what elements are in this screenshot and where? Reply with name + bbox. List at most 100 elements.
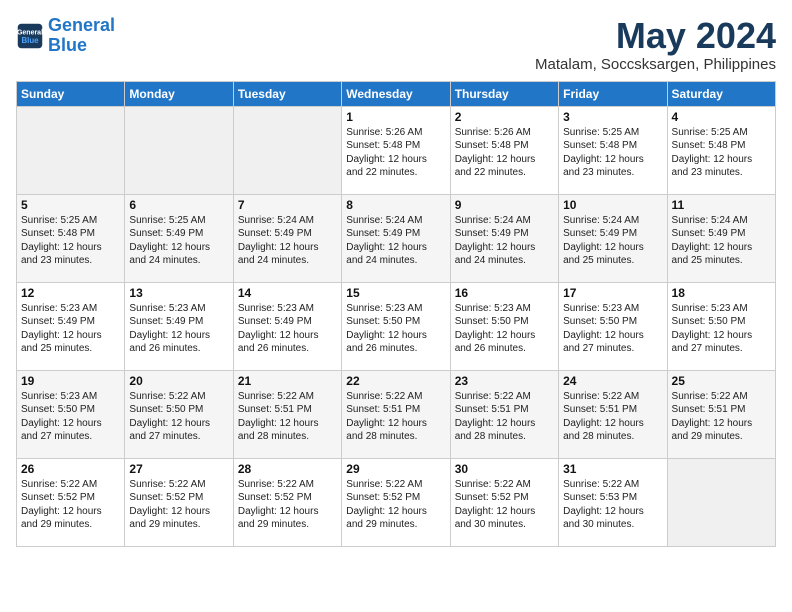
calendar-cell: 28Sunrise: 5:22 AM Sunset: 5:52 PM Dayli… — [233, 458, 341, 546]
weekday-header-tuesday: Tuesday — [233, 81, 341, 106]
calendar-cell — [125, 106, 233, 194]
day-info: Sunrise: 5:24 AM Sunset: 5:49 PM Dayligh… — [563, 214, 662, 268]
calendar-header: SundayMondayTuesdayWednesdayThursdayFrid… — [17, 81, 776, 106]
day-info: Sunrise: 5:22 AM Sunset: 5:52 PM Dayligh… — [21, 478, 120, 532]
day-number: 16 — [455, 286, 554, 300]
day-info: Sunrise: 5:22 AM Sunset: 5:52 PM Dayligh… — [129, 478, 228, 532]
day-info: Sunrise: 5:25 AM Sunset: 5:48 PM Dayligh… — [672, 126, 771, 180]
calendar-cell — [667, 458, 775, 546]
day-number: 14 — [238, 286, 337, 300]
calendar-cell: 30 Sunrise: 5:22 AM Sunset: 5:52 PM Dayli… — [450, 458, 558, 546]
calendar-cell: 29 Sunrise: 5:22 AM Sunset: 5:52 PM Dayli… — [342, 458, 450, 546]
calendar-cell: 14 Sunrise: 5:23 AM Sunset: 5:49 PM Dayli… — [233, 282, 341, 370]
day-number: 12 — [21, 286, 120, 300]
calendar-table: SundayMondayTuesdayWednesdayThursdayFrid… — [16, 81, 776, 547]
calendar-cell: 1 Sunrise: 5:26 AM Sunset: 5:48 PM Daylig… — [342, 106, 450, 194]
calendar-cell: 17 Sunrise: 5:23 AM Sunset: 5:50 PM Dayli… — [559, 282, 667, 370]
calendar-cell: 24 Sunrise: 5:22 AM Sunset: 5:51 PM Dayli… — [559, 370, 667, 458]
calendar-cell: 5 Sunrise: 5:25 AM Sunset: 5:48 PM Daylig… — [17, 194, 125, 282]
day-number: 17 — [563, 286, 662, 300]
weekday-header-monday: Monday — [125, 81, 233, 106]
calendar-week-row: 26 Sunrise: 5:22 AM Sunset: 5:52 PM Dayli… — [17, 458, 776, 546]
day-info: Sunrise: 5:23 AM Sunset: 5:49 PM Dayligh… — [238, 302, 337, 356]
calendar-cell: 9Sunrise: 5:24 AM Sunset: 5:49 PM Daylig… — [450, 194, 558, 282]
day-number: 24 — [563, 374, 662, 388]
day-info: Sunrise: 5:22 AM Sunset: 5:51 PM Dayligh… — [346, 390, 445, 444]
weekday-header-wednesday: Wednesday — [342, 81, 450, 106]
day-info: Sunrise: 5:24 AM Sunset: 5:49 PM Dayligh… — [238, 214, 337, 268]
calendar-cell: 25 Sunrise: 5:22 AM Sunset: 5:51 PM Dayli… — [667, 370, 775, 458]
day-number: 2 — [455, 110, 554, 124]
day-info: Sunrise: 5:22 AM Sunset: 5:52 PM Dayligh… — [455, 478, 554, 532]
weekday-header-thursday: Thursday — [450, 81, 558, 106]
calendar-cell: 4 Sunrise: 5:25 AM Sunset: 5:48 PM Daylig… — [667, 106, 775, 194]
day-number: 29 — [346, 462, 445, 476]
day-info: Sunrise: 5:23 AM Sunset: 5:49 PM Dayligh… — [129, 302, 228, 356]
calendar-cell: 7Sunrise: 5:24 AM Sunset: 5:49 PM Daylig… — [233, 194, 341, 282]
day-info: Sunrise: 5:23 AM Sunset: 5:49 PM Dayligh… — [21, 302, 120, 356]
calendar-cell: 26 Sunrise: 5:22 AM Sunset: 5:52 PM Dayli… — [17, 458, 125, 546]
calendar-cell: 27Sunrise: 5:22 AM Sunset: 5:52 PM Dayli… — [125, 458, 233, 546]
calendar-cell: 23Sunrise: 5:22 AM Sunset: 5:51 PM Dayli… — [450, 370, 558, 458]
day-info: Sunrise: 5:25 AM Sunset: 5:48 PM Dayligh… — [563, 126, 662, 180]
day-info: Sunrise: 5:25 AM Sunset: 5:49 PM Dayligh… — [129, 214, 228, 268]
day-number: 19 — [21, 374, 120, 388]
day-number: 1 — [346, 110, 445, 124]
day-info: Sunrise: 5:23 AM Sunset: 5:50 PM Dayligh… — [346, 302, 445, 356]
day-info: Sunrise: 5:23 AM Sunset: 5:50 PM Dayligh… — [563, 302, 662, 356]
svg-text:Blue: Blue — [21, 36, 39, 45]
calendar-cell: 21 Sunrise: 5:22 AM Sunset: 5:51 PM Dayli… — [233, 370, 341, 458]
day-info: Sunrise: 5:22 AM Sunset: 5:51 PM Dayligh… — [672, 390, 771, 444]
calendar-cell: 31 Sunrise: 5:22 AM Sunset: 5:53 PM Dayli… — [559, 458, 667, 546]
calendar-week-row: 12 Sunrise: 5:23 AM Sunset: 5:49 PM Dayli… — [17, 282, 776, 370]
day-info: Sunrise: 5:24 AM Sunset: 5:49 PM Dayligh… — [455, 214, 554, 268]
day-number: 21 — [238, 374, 337, 388]
calendar-cell: 20Sunrise: 5:22 AM Sunset: 5:50 PM Dayli… — [125, 370, 233, 458]
day-info: Sunrise: 5:26 AM Sunset: 5:48 PM Dayligh… — [455, 126, 554, 180]
day-number: 11 — [672, 198, 771, 212]
day-info: Sunrise: 5:24 AM Sunset: 5:49 PM Dayligh… — [672, 214, 771, 268]
day-number: 5 — [21, 198, 120, 212]
weekday-header-row: SundayMondayTuesdayWednesdayThursdayFrid… — [17, 81, 776, 106]
day-info: Sunrise: 5:24 AM Sunset: 5:49 PM Dayligh… — [346, 214, 445, 268]
day-info: Sunrise: 5:23 AM Sunset: 5:50 PM Dayligh… — [455, 302, 554, 356]
day-info: Sunrise: 5:22 AM Sunset: 5:51 PM Dayligh… — [563, 390, 662, 444]
day-number: 6 — [129, 198, 228, 212]
day-number: 4 — [672, 110, 771, 124]
calendar-cell: 2 Sunrise: 5:26 AM Sunset: 5:48 PM Daylig… — [450, 106, 558, 194]
day-number: 30 — [455, 462, 554, 476]
calendar-week-row: 5 Sunrise: 5:25 AM Sunset: 5:48 PM Daylig… — [17, 194, 776, 282]
day-info: Sunrise: 5:23 AM Sunset: 5:50 PM Dayligh… — [21, 390, 120, 444]
weekday-header-friday: Friday — [559, 81, 667, 106]
calendar-cell: 8 Sunrise: 5:24 AM Sunset: 5:49 PM Daylig… — [342, 194, 450, 282]
day-info: Sunrise: 5:23 AM Sunset: 5:50 PM Dayligh… — [672, 302, 771, 356]
day-info: Sunrise: 5:22 AM Sunset: 5:52 PM Dayligh… — [346, 478, 445, 532]
day-info: Sunrise: 5:25 AM Sunset: 5:48 PM Dayligh… — [21, 214, 120, 268]
calendar-cell — [17, 106, 125, 194]
day-number: 10 — [563, 198, 662, 212]
weekday-header-sunday: Sunday — [17, 81, 125, 106]
title-block: May 2024 Matalam, Soccsksargen, Philippi… — [535, 16, 776, 73]
calendar-cell: 18 Sunrise: 5:23 AM Sunset: 5:50 PM Dayli… — [667, 282, 775, 370]
logo-text: GeneralBlue — [48, 16, 115, 56]
day-number: 3 — [563, 110, 662, 124]
calendar-cell: 16 Sunrise: 5:23 AM Sunset: 5:50 PM Dayli… — [450, 282, 558, 370]
day-info: Sunrise: 5:26 AM Sunset: 5:48 PM Dayligh… — [346, 126, 445, 180]
calendar-week-row: 1 Sunrise: 5:26 AM Sunset: 5:48 PM Daylig… — [17, 106, 776, 194]
day-info: Sunrise: 5:22 AM Sunset: 5:51 PM Dayligh… — [238, 390, 337, 444]
day-number: 8 — [346, 198, 445, 212]
day-number: 26 — [21, 462, 120, 476]
day-number: 18 — [672, 286, 771, 300]
calendar-cell: 11 Sunrise: 5:24 AM Sunset: 5:49 PM Dayli… — [667, 194, 775, 282]
day-number: 23 — [455, 374, 554, 388]
calendar-cell: 3 Sunrise: 5:25 AM Sunset: 5:48 PM Daylig… — [559, 106, 667, 194]
location-title: Matalam, Soccsksargen, Philippines — [535, 56, 776, 73]
day-number: 25 — [672, 374, 771, 388]
day-number: 31 — [563, 462, 662, 476]
calendar-cell: 12 Sunrise: 5:23 AM Sunset: 5:49 PM Dayli… — [17, 282, 125, 370]
calendar-cell: 22Sunrise: 5:22 AM Sunset: 5:51 PM Dayli… — [342, 370, 450, 458]
logo: General Blue GeneralBlue — [16, 16, 115, 56]
calendar-cell: 13Sunrise: 5:23 AM Sunset: 5:49 PM Dayli… — [125, 282, 233, 370]
day-number: 15 — [346, 286, 445, 300]
day-info: Sunrise: 5:22 AM Sunset: 5:53 PM Dayligh… — [563, 478, 662, 532]
